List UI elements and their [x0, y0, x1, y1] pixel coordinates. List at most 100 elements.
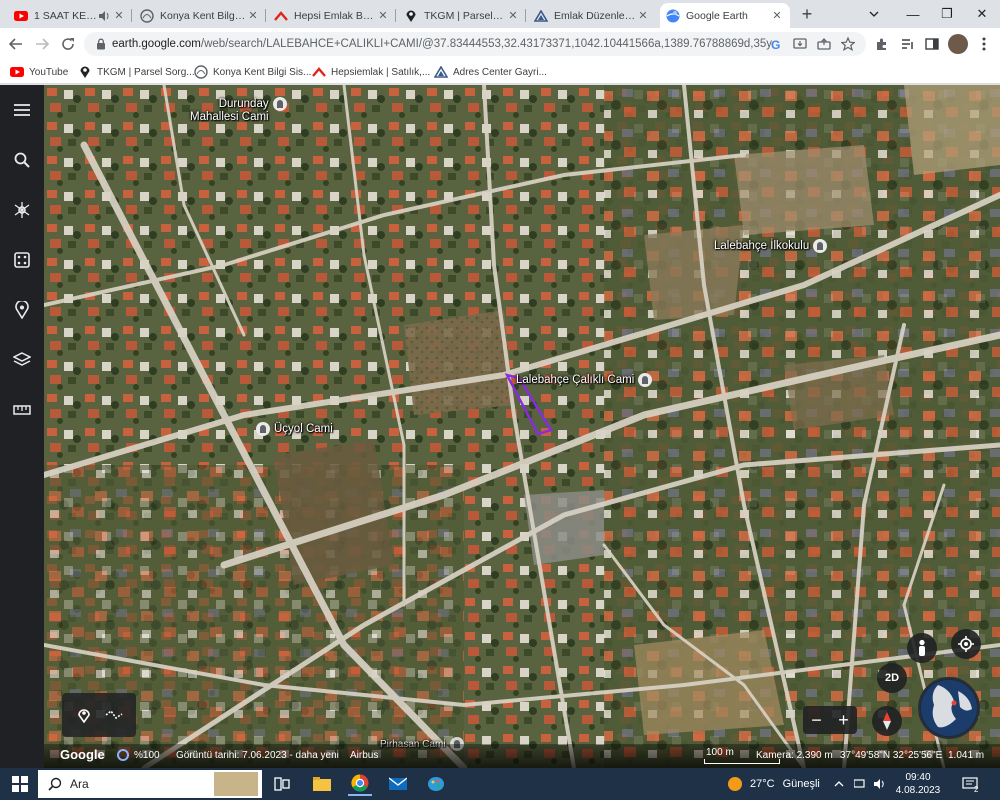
adres-center-icon [434, 65, 448, 79]
minimize-button[interactable]: — [896, 0, 930, 28]
tab-close-button[interactable]: ✕ [246, 9, 260, 22]
tab-title: 1 SAAT KESİNTİSİZ [34, 9, 98, 22]
bookmark-hepsiemlak[interactable]: Hepsiemlak | Satılık,... [312, 63, 430, 81]
windows-taskbar: Ara 27°C Güneşli 09:40 4.08.2023 2 [0, 768, 1000, 800]
weather-widget[interactable]: 27°C Güneşli [728, 768, 820, 800]
loading-percent: %100 [134, 750, 160, 761]
tab-youtube[interactable]: 1 SAAT KESİNTİSİZ ✕ [8, 3, 132, 28]
add-path-icon[interactable] [104, 705, 124, 725]
imagery-date[interactable]: Görüntü tarihi: 7.06.2023 - daha yeni [176, 750, 339, 761]
measure-icon[interactable] [10, 398, 34, 422]
voyager-icon[interactable] [10, 198, 34, 222]
side-panel-icon[interactable] [924, 36, 940, 52]
lock-icon[interactable] [90, 38, 112, 50]
reload-button[interactable] [56, 32, 80, 56]
scale-label[interactable]: 100 m [706, 747, 734, 758]
google-earth-icon [666, 9, 680, 23]
youtube-icon [14, 9, 28, 23]
tab-search-chevron-icon[interactable] [852, 0, 896, 28]
chrome-icon[interactable] [348, 772, 372, 796]
file-explorer-icon[interactable] [310, 772, 334, 796]
globe-overview-icon[interactable] [918, 677, 980, 739]
tab-close-button[interactable]: ✕ [112, 9, 126, 22]
new-tab-button[interactable]: + [796, 4, 818, 24]
url-text[interactable]: earth.google.com/web/search/LALEBAHCE+CA… [112, 38, 772, 50]
task-view-icon[interactable] [270, 772, 294, 796]
mail-icon[interactable] [386, 772, 410, 796]
poi-label-line2: Mahallesi Cami [190, 111, 269, 123]
map-style-icon[interactable] [10, 348, 34, 372]
poi-durunday-mahallesi-cami[interactable]: Durunday Mahallesi Cami [190, 97, 287, 124]
show-hidden-icons-chevron-icon[interactable] [834, 768, 844, 800]
tab-tkgm[interactable]: TKGM | Parsel Sorgu ✕ [398, 3, 526, 28]
tab-hepsiemlak[interactable]: Hepsi Emlak Bana Özel ✕ [268, 3, 396, 28]
notifications-icon[interactable]: 2 [962, 768, 978, 800]
install-app-icon[interactable] [792, 36, 808, 52]
elevation: 1.041 m [948, 750, 985, 761]
extensions-puzzle-icon[interactable] [874, 36, 890, 52]
drawing-tools [62, 693, 136, 737]
mosque-pin-icon [638, 373, 653, 387]
feeling-lucky-icon[interactable] [10, 248, 34, 272]
my-location-icon[interactable] [951, 629, 981, 659]
system-clock[interactable]: 09:40 4.08.2023 [890, 771, 946, 797]
tab-close-button[interactable]: ✕ [506, 9, 520, 22]
pegman-icon[interactable] [907, 633, 937, 663]
projects-icon[interactable] [10, 298, 34, 322]
network-icon[interactable] [854, 768, 866, 800]
hepsiemlak-icon [312, 65, 326, 79]
clock-date: 4.08.2023 [895, 785, 941, 796]
bookmark-star-icon[interactable] [840, 36, 856, 52]
search-icon[interactable] [10, 148, 34, 172]
satellite-imagery[interactable] [44, 85, 1000, 768]
close-button[interactable]: ✕ [964, 0, 1000, 28]
forward-button[interactable] [30, 32, 54, 56]
tab-close-button[interactable]: ✕ [376, 9, 390, 22]
poi-ucyol-cami[interactable]: Üçyol Cami [256, 422, 333, 436]
url-host: earth.google.com [112, 38, 201, 50]
tab-strip: 1 SAAT KESİNTİSİZ ✕ Konya Kent Bilgi Sis… [0, 0, 1000, 28]
poi-lalebahce-calikli-cami[interactable]: Lalebahçe Çalıklı Cami [516, 373, 653, 387]
tab-title: Emlak Düzenle ‹ Adres [554, 9, 636, 22]
google-earth-viewport[interactable]: Durunday Mahallesi Cami Lalebahçe İlkoku… [0, 85, 1000, 768]
bookmark-adres-center[interactable]: Adres Center Gayri... [434, 63, 547, 81]
poi-label: Lalebahçe İlkokulu [714, 240, 810, 252]
windows-start-icon[interactable] [8, 772, 32, 796]
bookmark-konya-kent[interactable]: Konya Kent Bilgi Sis... [194, 63, 311, 81]
camera-altitude: Kamera: 2.390 m [756, 750, 833, 761]
back-button[interactable] [4, 32, 28, 56]
poi-lalebahce-ilkokulu[interactable]: Lalebahçe İlkokulu [714, 239, 828, 253]
search-placeholder: Ara [70, 777, 89, 791]
tab-google-earth[interactable]: Google Earth ✕ [660, 3, 790, 28]
bookmark-tkgm[interactable]: TKGM | Parsel Sorg... [78, 63, 195, 81]
add-placemark-icon[interactable] [74, 705, 94, 725]
paint-app-icon[interactable] [424, 772, 448, 796]
search-highlight-icon [214, 772, 258, 796]
tab-konya-kent[interactable]: Konya Kent Bilgi Sistemi ✕ [134, 3, 266, 28]
tab-close-button[interactable]: ✕ [636, 9, 650, 22]
taskbar-search[interactable]: Ara [38, 770, 262, 798]
google-lens-icon[interactable]: G [768, 36, 784, 52]
address-bar[interactable]: earth.google.com/web/search/LALEBAHCE+CA… [84, 32, 866, 56]
poi-label-line1: Durunday [218, 97, 269, 110]
tab-title: Google Earth [686, 9, 748, 22]
bookmark-youtube[interactable]: YouTube [10, 63, 68, 81]
share-icon[interactable] [816, 36, 832, 52]
speaker-icon[interactable] [874, 768, 886, 800]
zoom-out-button[interactable]: − [803, 706, 830, 734]
clock-time: 09:40 [905, 772, 931, 783]
maximize-button[interactable]: ❐ [930, 0, 964, 28]
menu-icon[interactable] [10, 98, 34, 122]
bookmark-label: YouTube [29, 66, 69, 78]
bookmark-label: Adres Center Gayri... [453, 66, 547, 78]
zoom-in-button[interactable]: + [830, 706, 857, 734]
tab-emlak-duzenle[interactable]: Emlak Düzenle ‹ Adres ✕ [528, 3, 656, 28]
compass-icon[interactable] [872, 706, 902, 736]
reading-list-icon[interactable] [900, 36, 916, 52]
profile-avatar[interactable] [948, 34, 968, 54]
notification-count: 2 [974, 784, 979, 794]
tab-close-button[interactable]: ✕ [770, 9, 784, 22]
toggle-2d-button[interactable]: 2D [877, 663, 907, 693]
kebab-menu-icon[interactable] [976, 36, 992, 52]
speaker-icon[interactable] [98, 9, 110, 23]
